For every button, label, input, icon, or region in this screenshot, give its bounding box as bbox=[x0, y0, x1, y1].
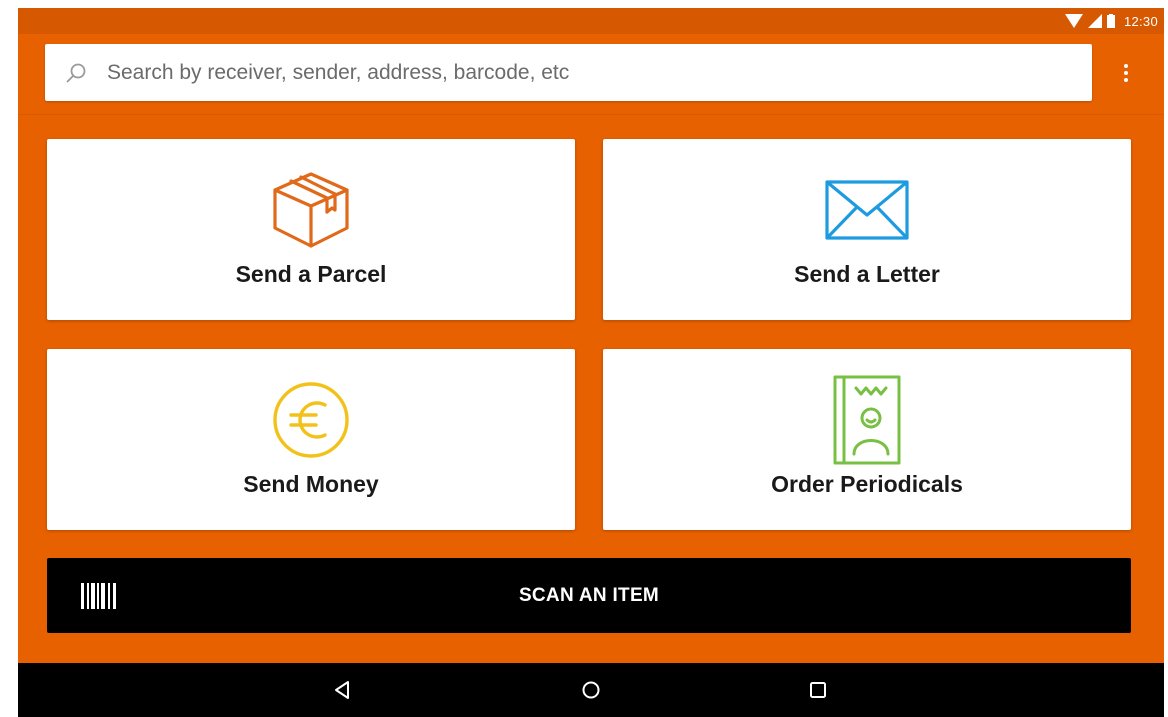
magazine-icon bbox=[822, 375, 912, 465]
status-bar: 12:30 bbox=[18, 8, 1164, 34]
status-icons: 12:30 bbox=[1064, 11, 1158, 31]
parcel-box-icon bbox=[266, 165, 356, 255]
menu-dot bbox=[1124, 64, 1128, 68]
menu-dot bbox=[1124, 71, 1128, 75]
back-icon[interactable] bbox=[329, 677, 355, 703]
order-periodicals-label: Order Periodicals bbox=[771, 471, 963, 497]
system-nav-bar bbox=[18, 663, 1164, 717]
send-parcel-tile[interactable]: Send a Parcel bbox=[47, 139, 575, 320]
cell-signal-icon bbox=[1087, 14, 1102, 28]
more-vert-icon[interactable] bbox=[1114, 60, 1138, 86]
order-periodicals-tile[interactable]: Order Periodicals bbox=[603, 349, 1131, 530]
menu-dot bbox=[1124, 78, 1128, 82]
scan-item-label: SCAN AN ITEM bbox=[518, 585, 660, 606]
scan-item-button[interactable]: SCAN AN ITEM bbox=[47, 558, 1131, 633]
search-bar[interactable] bbox=[45, 44, 1092, 101]
search-icon bbox=[65, 62, 87, 84]
euro-coin-icon bbox=[266, 375, 356, 465]
battery-icon bbox=[1106, 14, 1115, 28]
header-divider bbox=[18, 114, 1164, 115]
home-icon[interactable] bbox=[578, 677, 604, 703]
app-screen: 12:30 Send a Parc bbox=[18, 8, 1164, 717]
status-time: 12:30 bbox=[1123, 13, 1158, 29]
send-money-tile[interactable]: Send Money bbox=[47, 349, 575, 530]
send-money-label: Send Money bbox=[243, 471, 379, 497]
envelope-icon bbox=[822, 165, 912, 255]
send-letter-tile[interactable]: Send a Letter bbox=[603, 139, 1131, 320]
recents-icon[interactable] bbox=[805, 677, 831, 703]
search-input[interactable] bbox=[105, 51, 1092, 94]
send-parcel-label: Send a Parcel bbox=[235, 261, 387, 287]
send-letter-label: Send a Letter bbox=[794, 261, 940, 287]
wifi-icon bbox=[1064, 14, 1083, 28]
